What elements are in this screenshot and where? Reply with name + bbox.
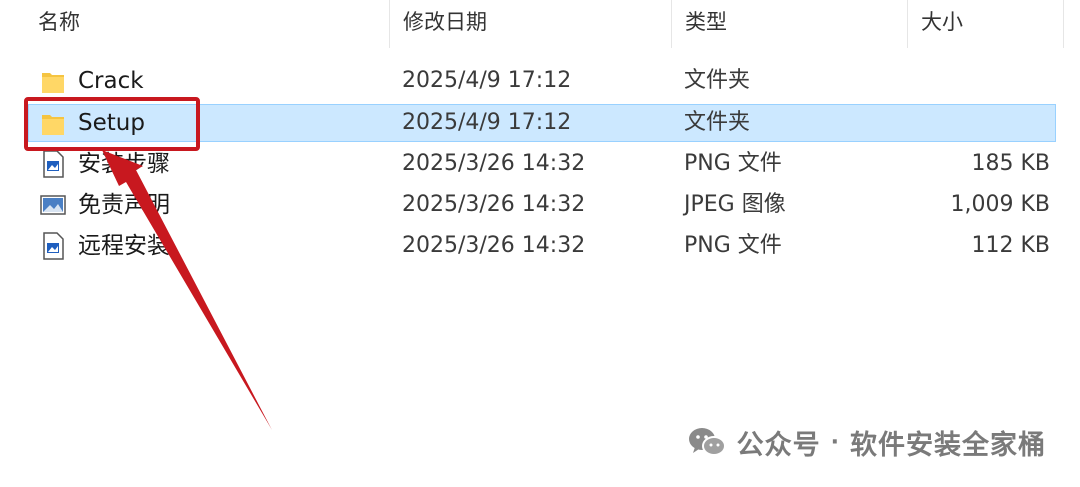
file-row-remote-install[interactable]: 远程安装 2025/3/26 14:32 PNG 文件 112 KB (28, 227, 1056, 265)
watermark: 公众号 · 软件安装全家桶 (687, 420, 1046, 464)
file-row-install-steps[interactable]: 安装步骤 2025/3/26 14:32 PNG 文件 185 KB (28, 145, 1056, 183)
watermark-separator: · (830, 429, 840, 455)
column-header-size[interactable]: 大小 (921, 0, 963, 48)
column-header: 名称 ^ 修改日期 类型 大小 (0, 0, 1080, 48)
file-row-crack[interactable]: Crack 2025/4/9 17:12 文件夹 (28, 62, 1056, 100)
folder-icon (42, 73, 64, 93)
file-size: 1,009 KB (950, 192, 1051, 217)
column-divider[interactable] (671, 0, 672, 48)
file-name: 免责声明 (78, 192, 170, 218)
png-file-icon (43, 232, 64, 260)
file-date: 2025/3/26 14:32 (402, 192, 586, 217)
file-type: PNG 文件 (684, 151, 782, 176)
file-type: 文件夹 (684, 68, 751, 93)
file-date: 2025/4/9 17:12 (402, 68, 572, 93)
file-type: 文件夹 (684, 110, 751, 135)
file-explorer-view: 名称 ^ 修改日期 类型 大小 Crack 2025/4/9 17:12 文件夹… (0, 0, 1080, 487)
watermark-account-label: 公众号 (736, 429, 821, 461)
jpeg-image-icon (40, 195, 66, 215)
folder-icon (42, 115, 64, 135)
file-date: 2025/4/9 17:12 (402, 110, 572, 135)
column-divider[interactable] (1063, 0, 1064, 48)
file-date: 2025/3/26 14:32 (402, 233, 586, 258)
file-name: Setup (78, 110, 145, 136)
file-name: 远程安装 (78, 233, 170, 259)
file-row-setup[interactable]: Setup 2025/4/9 17:12 文件夹 (28, 104, 1056, 142)
file-date: 2025/3/26 14:32 (402, 151, 586, 176)
file-size: 185 KB (971, 151, 1050, 176)
wechat-icon (688, 428, 726, 456)
column-header-date[interactable]: 修改日期 (403, 0, 487, 48)
file-size: 112 KB (971, 233, 1050, 258)
file-type: PNG 文件 (684, 233, 782, 258)
column-divider[interactable] (389, 0, 390, 48)
column-divider[interactable] (907, 0, 908, 48)
file-name: Crack (78, 68, 144, 94)
sort-ascending-icon: ^ (198, 0, 212, 11)
file-name: 安装步骤 (78, 151, 170, 177)
watermark-account-name: 软件安装全家桶 (850, 429, 1046, 461)
column-header-type[interactable]: 类型 (685, 0, 727, 48)
file-row-disclaimer[interactable]: 免责声明 2025/3/26 14:32 JPEG 图像 1,009 KB (28, 186, 1056, 224)
png-file-icon (43, 150, 64, 178)
column-header-name[interactable]: 名称 (38, 0, 80, 48)
file-type: JPEG 图像 (684, 192, 786, 217)
